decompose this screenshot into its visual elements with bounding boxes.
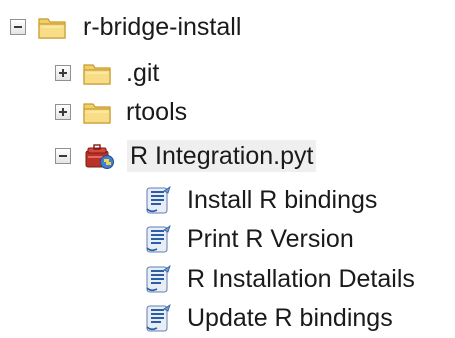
tree-node-label: r-bridge-install <box>83 13 242 41</box>
tree-node-label: R Installation Details <box>187 265 415 293</box>
tree-node-update-r-bindings[interactable]: Update R bindings <box>144 298 396 338</box>
script-tool-icon <box>144 303 172 333</box>
folder-icon <box>83 100 111 124</box>
script-tool-icon <box>144 264 172 294</box>
collapse-toggle[interactable] <box>10 19 26 35</box>
folder-icon <box>83 61 111 85</box>
script-tool-icon <box>144 224 172 254</box>
collapse-toggle[interactable] <box>55 148 71 164</box>
tree-node-label: .git <box>126 59 160 87</box>
tree-node-rtools[interactable]: rtools <box>55 92 190 132</box>
script-tool-icon <box>144 185 172 215</box>
tree-node-r-bridge-install[interactable]: r-bridge-install <box>10 7 244 47</box>
folder-icon <box>38 15 66 39</box>
tree-node-label: R Integration.pyt <box>127 140 317 172</box>
tree-node-label: Install R bindings <box>187 186 378 214</box>
tree-node-label: Print R Version <box>187 225 354 253</box>
tree-node-r-integration-pyt[interactable]: R Integration.pyt <box>55 136 317 176</box>
expand-toggle[interactable] <box>55 104 71 120</box>
tree-node-install-r-bindings[interactable]: Install R bindings <box>144 180 380 220</box>
tree-node-label: Update R bindings <box>187 304 393 332</box>
tree-node-git[interactable]: .git <box>55 53 162 93</box>
expand-toggle[interactable] <box>55 65 71 81</box>
tree-node-label: rtools <box>126 98 188 126</box>
tree-node-r-installation-details[interactable]: R Installation Details <box>144 259 418 299</box>
tree-node-print-r-version[interactable]: Print R Version <box>144 219 357 259</box>
python-toolbox-icon <box>83 141 115 171</box>
catalog-tree: r-bridge-install .git rtools R Integrati… <box>0 0 455 338</box>
